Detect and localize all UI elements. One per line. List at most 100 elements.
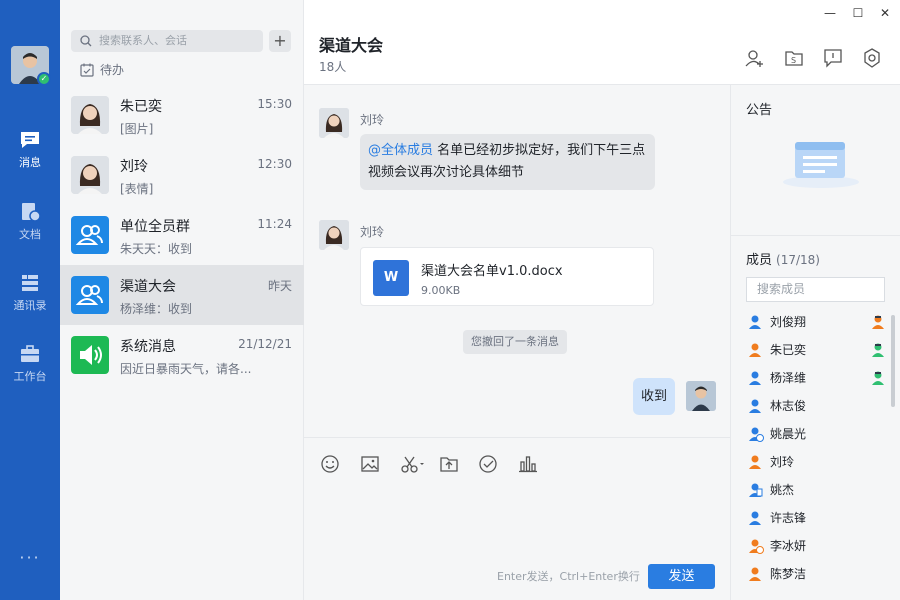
conversation-preview: 杨泽维：收到 <box>120 302 193 316</box>
mention-all[interactable]: @全体成员 <box>368 143 433 158</box>
send-hint: Enter发送，Ctrl+Enter换行 <box>497 570 640 583</box>
message-text: 名单已经初步拟定好，我们下午三点 <box>433 143 646 158</box>
member-count: 18人 <box>319 60 347 74</box>
settings-icon[interactable] <box>862 48 882 68</box>
conversation-name: 朱已奕 <box>120 99 162 115</box>
admin-icon <box>872 371 884 385</box>
recall-notice: 您撤回了一条消息 <box>463 330 567 354</box>
conversation-preview: 因近日暴雨天气，请各... <box>120 362 252 376</box>
nav-docs-label: 文档 <box>19 228 41 241</box>
scrollbar[interactable] <box>891 315 895 407</box>
member-row[interactable]: 刘玲 <box>746 452 891 472</box>
member-name: 李冰妍 <box>770 539 807 553</box>
conversation-item[interactable]: 刘玲 12:30 [表情] <box>60 145 304 205</box>
info-panel: 公告 成员 (17/18) 搜索成员 刘俊翔 朱已奕 杨泽维 林志俊 姚晨光 刘玲 姚杰 许志锋… <box>730 85 900 600</box>
conversation-name: 系统消息 <box>120 339 176 355</box>
member-row[interactable]: 许志锋 <box>746 508 891 528</box>
close-button[interactable]: ✕ <box>877 6 893 20</box>
member-row[interactable]: 姚杰 <box>746 480 891 500</box>
contacts-icon <box>22 275 38 291</box>
message-bubble[interactable]: @全体成员 名单已经初步拟定好，我们下午三点 视频会议再次讨论具体细节 <box>360 134 655 190</box>
message-sender: 刘玲 <box>360 113 385 127</box>
person-icon <box>749 371 761 385</box>
todo-link[interactable]: 待办 <box>80 61 124 78</box>
person-icon <box>749 483 763 497</box>
member-row[interactable]: 刘俊翔 <box>746 312 891 332</box>
member-search-input[interactable]: 搜索成员 <box>746 277 885 302</box>
member-row[interactable]: 李冰妍 <box>746 536 891 556</box>
conversation-preview: [图片] <box>120 122 154 136</box>
chat-title: 渠道大会 <box>319 36 384 55</box>
message-icon <box>21 132 39 148</box>
file-card[interactable]: W 渠道大会名单v1.0.docx 9.00KB <box>360 247 654 306</box>
nav-contacts[interactable]: 通讯录 <box>0 273 60 325</box>
screenshot-icon[interactable] <box>400 454 426 474</box>
add-member-icon[interactable] <box>745 48 765 68</box>
member-name: 姚杰 <box>770 483 795 497</box>
upload-file-icon[interactable] <box>439 454 459 474</box>
minimize-button[interactable]: — <box>822 6 838 20</box>
emoji-icon[interactable] <box>320 454 340 474</box>
nav-workbench-label: 工作台 <box>13 370 47 383</box>
conversation-time: 21/12/21 <box>238 337 292 351</box>
conversation-item[interactable]: 朱已奕 15:30 [图片] <box>60 85 304 145</box>
folder-icon[interactable]: S <box>784 48 804 68</box>
members-title: 成员 (17/18) <box>746 249 820 268</box>
chart-icon[interactable] <box>518 454 538 474</box>
member-row[interactable]: 朱已奕 <box>746 340 891 360</box>
avatar <box>71 156 109 194</box>
conversation-time: 12:30 <box>257 157 292 171</box>
nav-messages-label: 消息 <box>19 156 41 169</box>
member-name: 林志俊 <box>770 399 807 413</box>
nav-workbench[interactable]: 工作台 <box>0 344 60 396</box>
calendar-icon <box>80 63 94 77</box>
nav-contacts-label: 通讯录 <box>13 299 47 312</box>
member-name: 朱已奕 <box>770 343 807 357</box>
todo-label: 待办 <box>100 63 125 77</box>
person-icon <box>749 315 761 329</box>
composer: Enter发送，Ctrl+Enter换行 发送 <box>304 437 730 600</box>
person-icon <box>749 511 761 525</box>
briefcase-icon <box>21 345 39 362</box>
image-icon[interactable] <box>360 454 380 474</box>
conversation-item[interactable]: 渠道大会 昨天 杨泽维：收到 <box>60 265 304 325</box>
member-row[interactable]: 林志俊 <box>746 396 891 416</box>
avatar <box>319 220 349 250</box>
member-row[interactable]: 陈梦洁 <box>746 564 891 584</box>
person-icon <box>749 539 764 554</box>
nav-messages[interactable]: 消息 <box>0 130 60 182</box>
conversation-time: 11:24 <box>257 217 292 231</box>
maximize-button[interactable]: ☐ <box>850 6 866 20</box>
document-icon <box>22 203 41 222</box>
conversation-item[interactable]: 单位全员群 11:24 朱天天：收到 <box>60 205 304 265</box>
search-input[interactable]: 搜索联系人、会话 <box>71 30 263 52</box>
conversation-name: 单位全员群 <box>120 219 190 235</box>
svg-text:S: S <box>791 56 796 65</box>
member-name: 刘玲 <box>770 455 795 469</box>
member-row[interactable]: 姚晨光 <box>746 424 891 444</box>
member-name: 杨泽维 <box>770 371 807 385</box>
left-nav: ✓ 消息 文档 通讯录 工作台 ··· <box>0 0 60 600</box>
avatar <box>71 96 109 134</box>
check-icon[interactable] <box>478 454 498 474</box>
admin-icon <box>872 315 884 329</box>
member-name: 陈梦洁 <box>770 567 807 581</box>
conversation-name: 刘玲 <box>120 159 148 175</box>
member-name: 姚晨光 <box>770 427 807 441</box>
conversation-list: 搜索联系人、会话 + 待办 朱已奕 15:30 [图片] 刘玲 12:30 [表… <box>60 0 304 600</box>
speaker-icon <box>71 336 109 374</box>
more-icon[interactable]: ··· <box>0 548 60 567</box>
nav-docs[interactable]: 文档 <box>0 202 60 254</box>
conversation-name: 渠道大会 <box>120 279 176 295</box>
conversation-time: 昨天 <box>267 279 292 293</box>
group-icon <box>71 276 109 314</box>
conversation-item[interactable]: 系统消息 21/12/21 因近日暴雨天气，请各... <box>60 325 304 385</box>
person-icon <box>749 455 761 469</box>
add-button[interactable]: + <box>269 30 291 52</box>
comment-icon[interactable] <box>823 48 843 68</box>
person-icon <box>749 343 761 357</box>
message-sender: 刘玲 <box>360 225 385 239</box>
member-row[interactable]: 杨泽维 <box>746 368 891 388</box>
my-message-bubble[interactable]: 收到 <box>633 378 676 415</box>
send-button[interactable]: 发送 <box>648 564 715 589</box>
